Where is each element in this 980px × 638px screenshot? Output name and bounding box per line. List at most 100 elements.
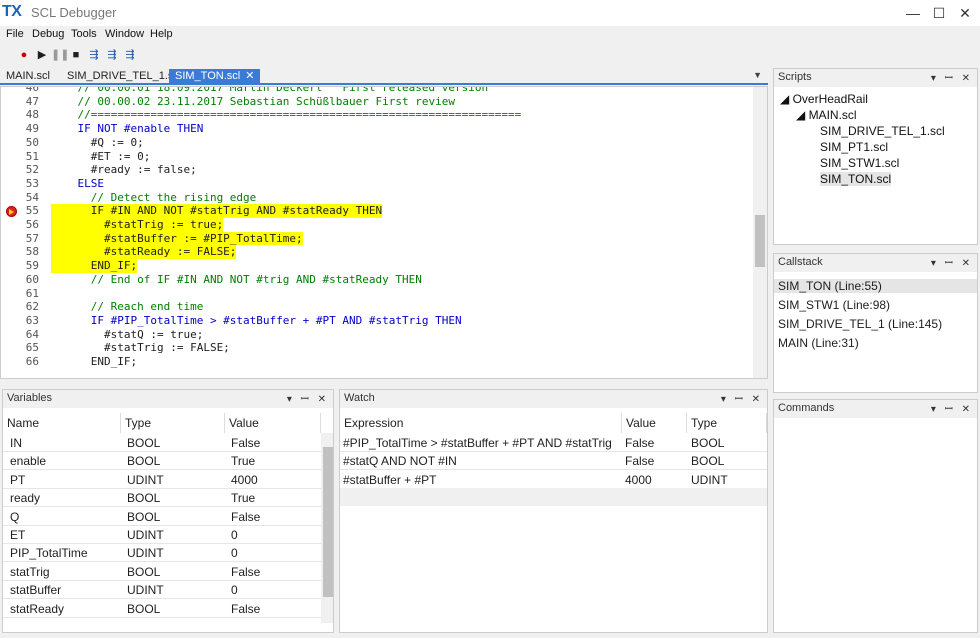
step-over-icon[interactable]: ⇶ — [86, 47, 102, 63]
table-row[interactable]: statBuffer UDINT 0 — [3, 581, 321, 600]
table-cell: ready — [10, 491, 41, 506]
code-line: //======================================… — [51, 108, 522, 122]
scrollbar-thumb[interactable] — [323, 447, 333, 597]
table-row[interactable]: statReady BOOL False — [3, 600, 321, 618]
table-row[interactable]: #statBuffer + #PT 4000 UDINT — [340, 471, 767, 489]
table-cell: BOOL — [127, 601, 161, 616]
panel-tools-icon[interactable]: ▾ ꟷ ✕ — [931, 255, 973, 269]
tree-file[interactable]: SIM_PT1.scl — [820, 140, 888, 154]
tree-file-selected[interactable]: SIM_TON.scl — [820, 172, 892, 186]
tree-file[interactable]: SIM_STW1.scl — [820, 156, 899, 170]
panel-tools-icon[interactable]: ▾ ꟷ ✕ — [721, 391, 763, 405]
collapse-icon[interactable]: ◢ — [796, 108, 809, 122]
scrollbar-thumb[interactable] — [755, 215, 765, 267]
callstack-item[interactable]: MAIN (Line:31) — [778, 336, 859, 350]
menu-file[interactable]: File — [6, 28, 24, 40]
menu-debug[interactable]: Debug — [32, 28, 64, 40]
table-row[interactable]: ET UDINT 0 — [3, 526, 321, 544]
stop-icon[interactable]: ■ — [68, 47, 84, 63]
callstack-panel: Callstack ▾ ꟷ ✕ SIM_TON (Line:55) SIM_STW… — [773, 253, 978, 393]
pause-icon[interactable]: ❚❚ — [51, 47, 69, 63]
variables-panel-header: Variables ▾ ꟷ ✕ — [3, 390, 333, 408]
table-row[interactable]: PIP_TotalTime UDINT 0 — [3, 544, 321, 563]
code-line: // 00.00.02 23.11.2017 Sebastian Schüßlb… — [51, 94, 455, 108]
table-row[interactable]: #PIP_TotalTime > #statBuffer + #PT AND #… — [340, 434, 767, 452]
run-icon[interactable]: ▶ — [34, 47, 50, 63]
line-number: 46 — [25, 86, 39, 94]
maximize-button[interactable]: ☐ — [927, 2, 951, 24]
table-row[interactable]: statTrig BOOL False — [3, 563, 321, 581]
title-bar: TX SCL Debugger — ☐ ✕ — [0, 0, 980, 26]
table-cell: PIP_TotalTime — [10, 546, 88, 561]
editor-tabs: MAIN.scl SIM_DRIVE_TEL_1.scl SIM_TON.scl… — [0, 68, 768, 85]
table-cell: 4000 — [231, 472, 258, 487]
tab-dropdown-icon[interactable]: ▼ — [753, 70, 762, 80]
table-cell: Q — [10, 509, 20, 524]
tree-root[interactable]: ◢ OverHeadRail — [780, 92, 868, 106]
variables-panel: Variables ▾ ꟷ ✕ Name Type Value IN BOOL Fal… — [2, 389, 334, 633]
column-header-expression[interactable]: Expression — [340, 413, 622, 433]
table-row[interactable]: Q BOOL False — [3, 508, 321, 526]
menu-tools[interactable]: Tools — [71, 28, 97, 40]
menu-window[interactable]: Window — [105, 28, 144, 40]
callstack-item[interactable]: SIM_DRIVE_TEL_1 (Line:145) — [778, 317, 942, 331]
table-row[interactable]: enable BOOL True — [3, 452, 321, 471]
close-window-button[interactable]: ✕ — [953, 2, 977, 24]
table-cell: True — [231, 454, 256, 469]
menu-bar: File Debug Tools Window Help — [0, 26, 980, 44]
code-line: // Detect the rising edge — [51, 190, 257, 204]
table-cell: BOOL — [691, 454, 725, 469]
callstack-item[interactable]: SIM_TON (Line:55) — [774, 279, 977, 293]
panel-tools-icon[interactable]: ▾ ꟷ ✕ — [287, 391, 329, 405]
column-header-value[interactable]: Value — [225, 413, 321, 433]
tab-sim-ton[interactable]: SIM_TON.scl ✕ — [169, 69, 261, 85]
line-number: 64 — [25, 327, 39, 341]
panel-title: Variables — [7, 392, 53, 404]
column-header-name[interactable]: Name — [3, 413, 121, 433]
close-tab-icon[interactable]: ✕ — [245, 70, 254, 82]
column-header-type[interactable]: Type — [687, 413, 767, 433]
toggle-breakpoint-icon[interactable]: ● — [16, 47, 32, 63]
editor-scrollbar[interactable] — [753, 87, 767, 378]
table-cell: 0 — [231, 528, 238, 542]
table-cell: 4000 — [625, 472, 652, 487]
table-row[interactable]: PT UDINT 4000 — [3, 471, 321, 489]
line-number: 60 — [25, 272, 39, 286]
tree-main[interactable]: ◢ MAIN.scl — [796, 108, 857, 122]
window-title: SCL Debugger — [31, 5, 117, 20]
tree-file[interactable]: SIM_DRIVE_TEL_1.scl — [820, 124, 945, 138]
minimize-button[interactable]: — — [901, 2, 925, 24]
table-cell: ET — [10, 528, 26, 542]
table-row[interactable]: #statQ AND NOT #IN False BOOL — [340, 452, 767, 471]
code-line: // Reach end time — [51, 300, 204, 314]
callstack-item[interactable]: SIM_STW1 (Line:98) — [778, 298, 890, 312]
line-number: 61 — [25, 286, 39, 300]
line-number: 56 — [25, 218, 39, 231]
variables-header-row: Name Type Value — [3, 413, 321, 433]
step-out-icon[interactable]: ⇶ — [122, 47, 138, 63]
table-row[interactable]: ready BOOL True — [3, 489, 321, 508]
table-cell: #PIP_TotalTime > #statBuffer + #PT AND #… — [343, 436, 612, 450]
variables-scrollbar[interactable] — [321, 433, 333, 623]
table-row[interactable]: IN BOOL False — [3, 434, 321, 452]
panel-title: Callstack — [778, 256, 823, 268]
line-number: 53 — [25, 176, 39, 190]
line-gutter[interactable]: 46 47 48 49 50 51 52 53 54 55 56 57 58 59 60 61 62 63 64 65… — [1, 87, 43, 378]
collapse-icon[interactable]: ◢ — [780, 92, 793, 106]
menu-help[interactable]: Help — [150, 28, 173, 40]
panel-tools-icon[interactable]: ▾ ꟷ ✕ — [931, 70, 973, 84]
panel-tools-icon[interactable]: ▾ ꟷ ✕ — [931, 401, 973, 415]
table-cell: enable — [10, 454, 47, 469]
watch-new-row[interactable] — [340, 488, 767, 506]
column-header-value[interactable]: Value — [622, 413, 687, 433]
table-cell: False — [625, 436, 655, 450]
step-into-icon[interactable]: ⇶ — [104, 47, 120, 63]
commands-panel-header: Commands ▾ ꟷ ✕ — [774, 400, 977, 418]
tab-label: SIM_DRIVE_TEL_1.scl — [67, 70, 182, 82]
code-editor[interactable]: 46 47 48 49 50 51 52 53 54 55 56 57 58 59 60 61 62 63 64 65… — [0, 86, 768, 379]
tree-root-label: OverHeadRail — [792, 92, 868, 106]
table-cell: UDINT — [127, 546, 164, 561]
line-number: 57 — [25, 231, 39, 245]
tab-main[interactable]: MAIN.scl — [0, 69, 56, 85]
column-header-type[interactable]: Type — [121, 413, 225, 433]
